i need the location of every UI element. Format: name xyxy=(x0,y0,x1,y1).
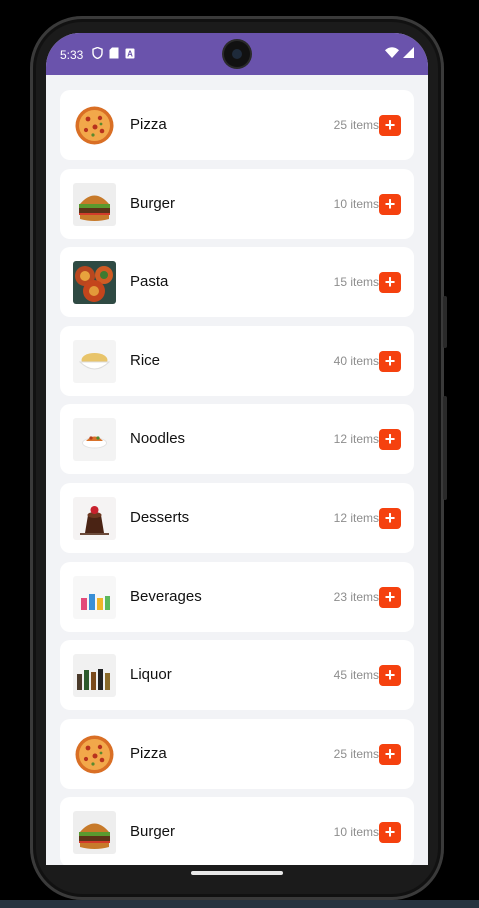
category-card[interactable]: Rice 40 items + xyxy=(60,326,414,396)
category-name: Liquor xyxy=(130,666,172,683)
category-image xyxy=(73,418,116,461)
add-button[interactable]: + xyxy=(379,429,401,450)
category-image xyxy=(73,183,116,226)
category-image xyxy=(73,576,116,619)
add-button[interactable]: + xyxy=(379,508,401,529)
category-card[interactable]: Beverages 23 items + xyxy=(60,562,414,632)
category-image xyxy=(73,104,116,147)
category-image xyxy=(73,811,116,854)
category-image xyxy=(73,733,116,776)
category-name: Desserts xyxy=(130,509,190,526)
item-count: 15 items xyxy=(333,275,379,289)
app-screen: 5:33 A Pizza 25 items + Burger 10 items + Past… xyxy=(46,33,428,865)
category-name: Pizza xyxy=(130,745,167,762)
category-card[interactable]: Pasta 15 items + xyxy=(60,247,414,317)
sd-card-icon xyxy=(109,47,119,59)
category-card[interactable]: Noodles 12 items + xyxy=(60,404,414,474)
svg-text:A: A xyxy=(127,49,133,58)
item-count: 10 items xyxy=(333,197,379,211)
volume-button xyxy=(443,296,447,348)
status-time: 5:33 xyxy=(60,48,84,62)
category-card[interactable]: Pizza 25 items + xyxy=(60,719,414,789)
wifi-icon xyxy=(385,47,399,58)
add-button[interactable]: + xyxy=(379,351,401,372)
category-card[interactable]: Burger 10 items + xyxy=(60,797,414,865)
category-name: Pizza xyxy=(130,116,167,133)
power-button xyxy=(443,396,447,500)
category-image xyxy=(73,261,116,304)
add-button[interactable]: + xyxy=(379,822,401,843)
category-name: Noodles xyxy=(130,430,186,447)
category-name: Rice xyxy=(130,352,161,369)
home-indicator[interactable] xyxy=(191,871,283,875)
shield-icon xyxy=(92,47,103,59)
category-name: Pasta xyxy=(130,273,169,290)
category-image xyxy=(73,340,116,383)
item-count: 25 items xyxy=(333,118,379,132)
item-count: 25 items xyxy=(333,747,379,761)
keyboard-icon: A xyxy=(125,48,135,58)
add-button[interactable]: + xyxy=(379,115,401,136)
category-card[interactable]: Desserts 12 items + xyxy=(60,483,414,553)
background-strip xyxy=(0,900,479,908)
category-image xyxy=(73,654,116,697)
add-button[interactable]: + xyxy=(379,272,401,293)
signal-icon xyxy=(403,47,414,58)
category-name: Burger xyxy=(130,195,176,212)
item-count: 40 items xyxy=(333,354,379,368)
add-button[interactable]: + xyxy=(379,194,401,215)
item-count: 45 items xyxy=(333,668,379,682)
category-card[interactable]: Burger 10 items + xyxy=(60,169,414,239)
add-button[interactable]: + xyxy=(379,665,401,686)
item-count: 23 items xyxy=(333,590,379,604)
item-count: 12 items xyxy=(333,511,379,525)
category-name: Burger xyxy=(130,823,176,840)
item-count: 10 items xyxy=(333,825,379,839)
category-image xyxy=(73,497,116,540)
category-card[interactable]: Pizza 25 items + xyxy=(60,90,414,160)
item-count: 12 items xyxy=(333,432,379,446)
front-camera xyxy=(224,41,250,67)
category-card[interactable]: Liquor 45 items + xyxy=(60,640,414,710)
add-button[interactable]: + xyxy=(379,744,401,765)
add-button[interactable]: + xyxy=(379,587,401,608)
status-bar: 5:33 A xyxy=(46,33,428,75)
category-name: Beverages xyxy=(130,588,202,605)
